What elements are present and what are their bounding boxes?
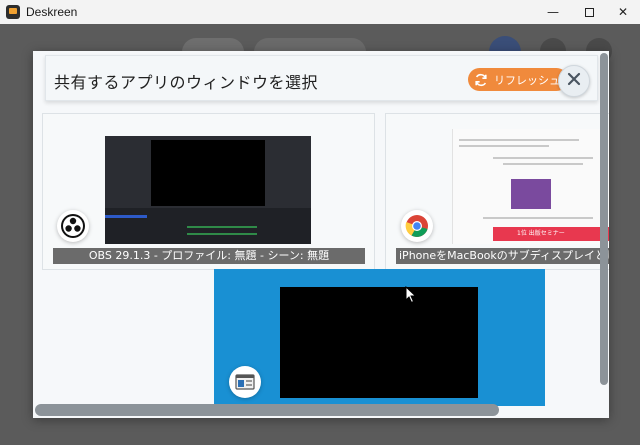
refresh-icon [474,73,488,87]
maximize-icon [584,7,594,17]
thumb-text-line [503,163,583,165]
minimize-button[interactable]: — [534,0,572,24]
thumb-image [511,179,551,209]
vertical-scrollbar[interactable] [600,53,608,385]
window-list: OBS 29.1.3 - プロファイル: 無題 - シーン: 無題 1位 出版セ… [33,111,609,406]
obs-preview-area [151,140,265,206]
dialog-header: 共有するアプリのウィンドウを選択 リフレッシュ [45,55,598,101]
horizontal-scrollbar[interactable] [35,404,499,416]
dialog-title: 共有するアプリのウィンドウを選択 [54,73,319,92]
window-label: iPhoneをMacBookのサブディスプレイとして使う方法 [396,248,609,264]
obs-audio-meter [187,233,257,235]
window-thumbnail: 1位 出版セミナー [452,129,609,244]
obs-selected-scene [105,215,147,218]
refresh-button[interactable]: リフレッシュ [468,68,568,91]
window-title: Deskreen [26,5,78,19]
app-window-icon [229,366,261,398]
thumb-text-line [493,157,593,159]
maximize-button[interactable] [570,0,608,24]
thumb-text-line [483,217,593,219]
mouse-cursor-icon [405,285,417,308]
obs-audio-meter [187,226,257,228]
window-card-selected[interactable] [214,269,545,406]
refresh-label: リフレッシュ [494,73,560,87]
dialog-close-button[interactable] [558,65,590,97]
window-titlebar: Deskreen — ✕ [0,0,640,24]
thumb-ad-banner: 1位 出版セミナー [493,227,609,241]
thumb-text-line [459,139,579,141]
window-thumbnail [280,287,478,398]
window-card-chrome[interactable]: 1位 出版セミナー iPhoneをMacBookのサブディスプレイとして使う方法 [385,113,609,270]
window-close-button[interactable]: ✕ [604,0,640,24]
window-card-obs[interactable]: OBS 29.1.3 - プロファイル: 無題 - シーン: 無題 [42,113,375,270]
deskreen-app-icon [6,5,20,19]
obs-icon [57,210,89,242]
window-thumbnail [105,136,311,244]
thumb-text-line [459,145,549,147]
close-icon [566,71,582,91]
window-label: OBS 29.1.3 - プロファイル: 無題 - シーン: 無題 [53,248,365,264]
select-window-dialog: 共有するアプリのウィンドウを選択 リフレッシュ OBS 29.1.3 - プロフ… [33,51,609,418]
chrome-icon [401,210,433,242]
